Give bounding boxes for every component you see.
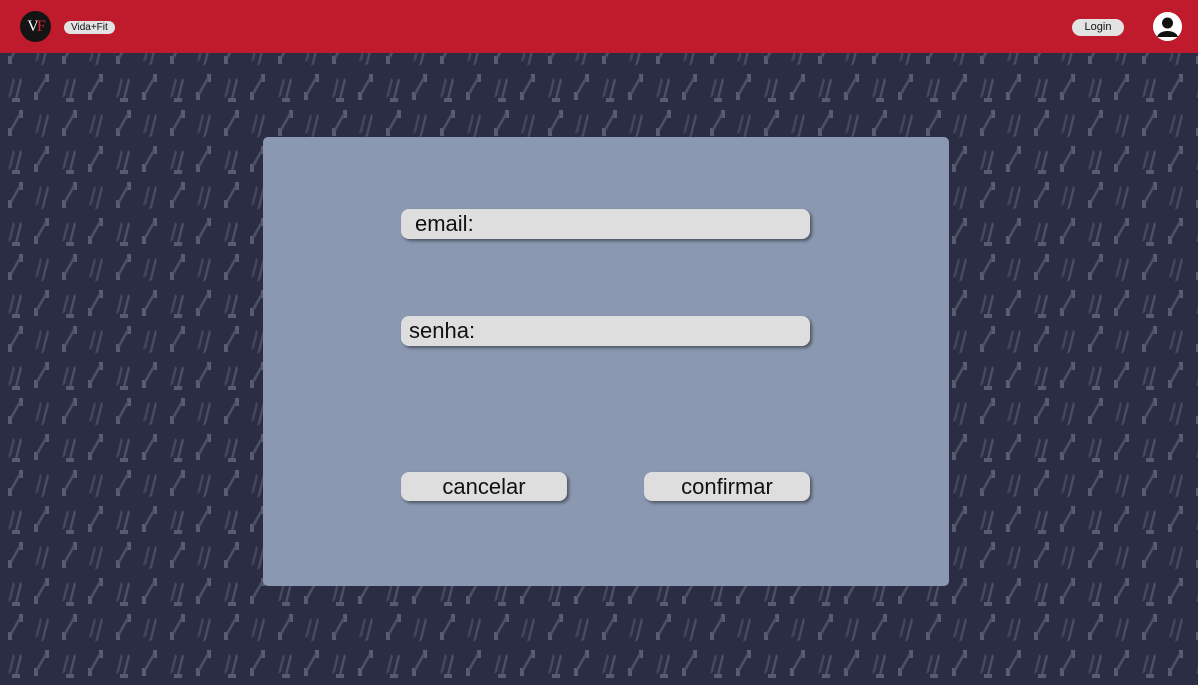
email-label: email: <box>415 211 474 236</box>
top-bar: VF Vida+Fit Login <box>0 0 1198 53</box>
password-field[interactable]: senha: <box>401 316 810 346</box>
password-label: senha: <box>409 318 476 343</box>
confirm-button[interactable]: confirmar <box>644 472 810 501</box>
login-button[interactable]: Login <box>1072 19 1124 36</box>
login-panel: email: senha: cancelar confirmar <box>263 137 949 586</box>
user-avatar-icon[interactable] <box>1153 12 1182 41</box>
email-field[interactable]: email: <box>401 209 810 239</box>
brand-name[interactable]: Vida+Fit <box>64 21 115 34</box>
cancel-button[interactable]: cancelar <box>401 472 567 501</box>
vidafit-logo-icon[interactable]: VF <box>20 11 51 42</box>
